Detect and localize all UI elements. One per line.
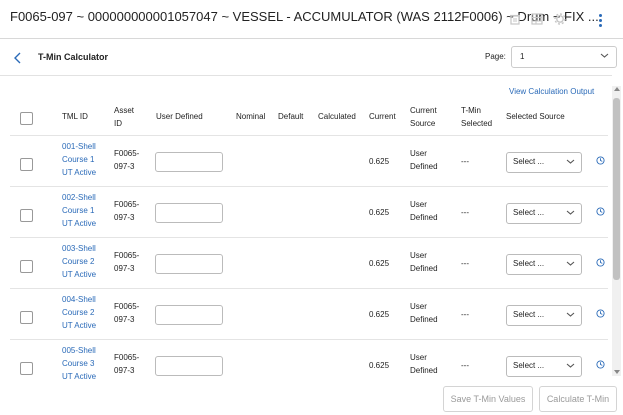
current-source: User Defined <box>410 200 438 222</box>
back-chevron-icon[interactable] <box>12 51 24 65</box>
selected-source-dropdown[interactable]: Select ... <box>506 203 582 224</box>
page-label: Page: <box>485 52 506 61</box>
row-checkbox[interactable] <box>20 362 33 375</box>
user-defined-input[interactable] <box>155 152 223 172</box>
clock-icon[interactable] <box>596 258 605 267</box>
page-select-value: 1 <box>520 52 525 61</box>
select-all-checkbox[interactable] <box>20 112 33 125</box>
selected-source-value: Select ... <box>513 310 545 319</box>
clock-icon[interactable] <box>596 207 605 216</box>
page-select[interactable]: 1 <box>511 46 617 68</box>
current-value: 0.625 <box>369 157 390 166</box>
col-header-asset-id: Asset ID <box>114 106 135 128</box>
current-value: 0.625 <box>369 310 390 319</box>
current-value: 0.625 <box>369 361 390 370</box>
selected-source-value: Select ... <box>513 208 545 217</box>
current-value: 0.625 <box>369 259 390 268</box>
chevron-down-icon <box>566 312 575 317</box>
clock-icon[interactable] <box>596 309 605 318</box>
chevron-down-icon <box>566 363 575 368</box>
col-header-current: Current <box>369 112 396 121</box>
row-checkbox[interactable] <box>20 209 33 222</box>
asset-id: F0065- 097-3 <box>114 149 140 171</box>
col-header-user-defined: User Defined <box>156 112 203 121</box>
user-defined-input[interactable] <box>155 356 223 376</box>
chevron-down-icon <box>566 210 575 215</box>
chevron-down-icon <box>600 53 609 58</box>
current-source: User Defined <box>410 251 438 273</box>
grid-icon[interactable] <box>531 13 543 25</box>
gear-icon[interactable] <box>554 13 566 25</box>
clock-icon[interactable] <box>596 360 605 369</box>
tmin-selected: --- <box>461 310 469 319</box>
clock-icon[interactable] <box>596 156 605 165</box>
asset-id: F0065- 097-3 <box>114 200 140 222</box>
selected-source-value: Select ... <box>513 259 545 268</box>
tml-id-link[interactable]: 003-Shell Course 2 UT Active <box>62 242 96 281</box>
current-source: User Defined <box>410 353 438 375</box>
row-checkbox[interactable] <box>20 260 33 273</box>
col-header-calculated: Calculated <box>318 112 356 121</box>
row-checkbox[interactable] <box>20 311 33 324</box>
current-value: 0.625 <box>369 208 390 217</box>
tmin-calculator-panel: T-Min Calculator Page: 1 View Calculatio… <box>0 39 623 415</box>
row-divider <box>10 288 608 289</box>
user-defined-input[interactable] <box>155 254 223 274</box>
row-divider <box>10 237 608 238</box>
col-header-tml-id: TML ID <box>62 112 88 121</box>
calculator-title: T-Min Calculator <box>38 52 109 62</box>
user-defined-input[interactable] <box>155 305 223 325</box>
save-tmin-values-button[interactable]: Save T-Min Values <box>443 386 533 412</box>
scroll-down-arrow-icon[interactable] <box>614 370 620 374</box>
col-header-nominal: Nominal <box>236 112 266 121</box>
selected-source-value: Select ... <box>513 361 545 370</box>
tml-id-link[interactable]: 002-Shell Course 1 UT Active <box>62 191 96 230</box>
divider <box>0 75 612 76</box>
scroll-up-arrow-icon[interactable] <box>614 87 620 91</box>
user-defined-input[interactable] <box>155 203 223 223</box>
col-header-current-source: Current Source <box>410 106 437 128</box>
selected-source-dropdown[interactable]: Select ... <box>506 356 582 377</box>
header-divider <box>10 135 608 136</box>
asset-id: F0065- 097-3 <box>114 302 140 324</box>
tmin-selected: --- <box>461 208 469 217</box>
row-divider <box>10 339 608 340</box>
view-calculation-output-link[interactable]: View Calculation Output <box>509 87 594 96</box>
tmin-selected: --- <box>461 361 469 370</box>
current-source: User Defined <box>410 149 438 171</box>
selected-source-dropdown[interactable]: Select ... <box>506 254 582 275</box>
chevron-down-icon <box>566 159 575 164</box>
top-bar: F0065-097 ~ 000000000001057047 ~ VESSEL … <box>0 0 623 39</box>
selected-source-value: Select ... <box>513 157 545 166</box>
col-header-tmin-selected: T-Min Selected <box>461 106 493 128</box>
more-options-icon[interactable] <box>599 14 603 28</box>
tmin-selected: --- <box>461 259 469 268</box>
row-checkbox[interactable] <box>20 158 33 171</box>
selected-source-dropdown[interactable]: Select ... <box>506 152 582 173</box>
tml-id-link[interactable]: 004-Shell Course 2 UT Active <box>62 293 96 332</box>
tml-id-link[interactable]: 005-Shell Course 3 UT Active <box>62 344 96 383</box>
scrollbar-thumb[interactable] <box>613 98 620 280</box>
chevron-down-icon <box>566 261 575 266</box>
asset-id: F0065- 097-3 <box>114 251 140 273</box>
selected-source-dropdown[interactable]: Select ... <box>506 305 582 326</box>
trash-icon[interactable] <box>509 13 521 25</box>
current-source: User Defined <box>410 302 438 324</box>
tml-id-link[interactable]: 001-Shell Course 1 UT Active <box>62 140 96 179</box>
calculate-tmin-button[interactable]: Calculate T-Min <box>539 386 617 412</box>
row-divider <box>10 186 608 187</box>
asset-id: F0065- 097-3 <box>114 353 140 375</box>
col-header-default: Default <box>278 112 304 121</box>
tmin-selected: --- <box>461 157 469 166</box>
table-scrollbar[interactable] <box>612 86 621 376</box>
col-header-selected-source: Selected Source <box>506 112 565 121</box>
